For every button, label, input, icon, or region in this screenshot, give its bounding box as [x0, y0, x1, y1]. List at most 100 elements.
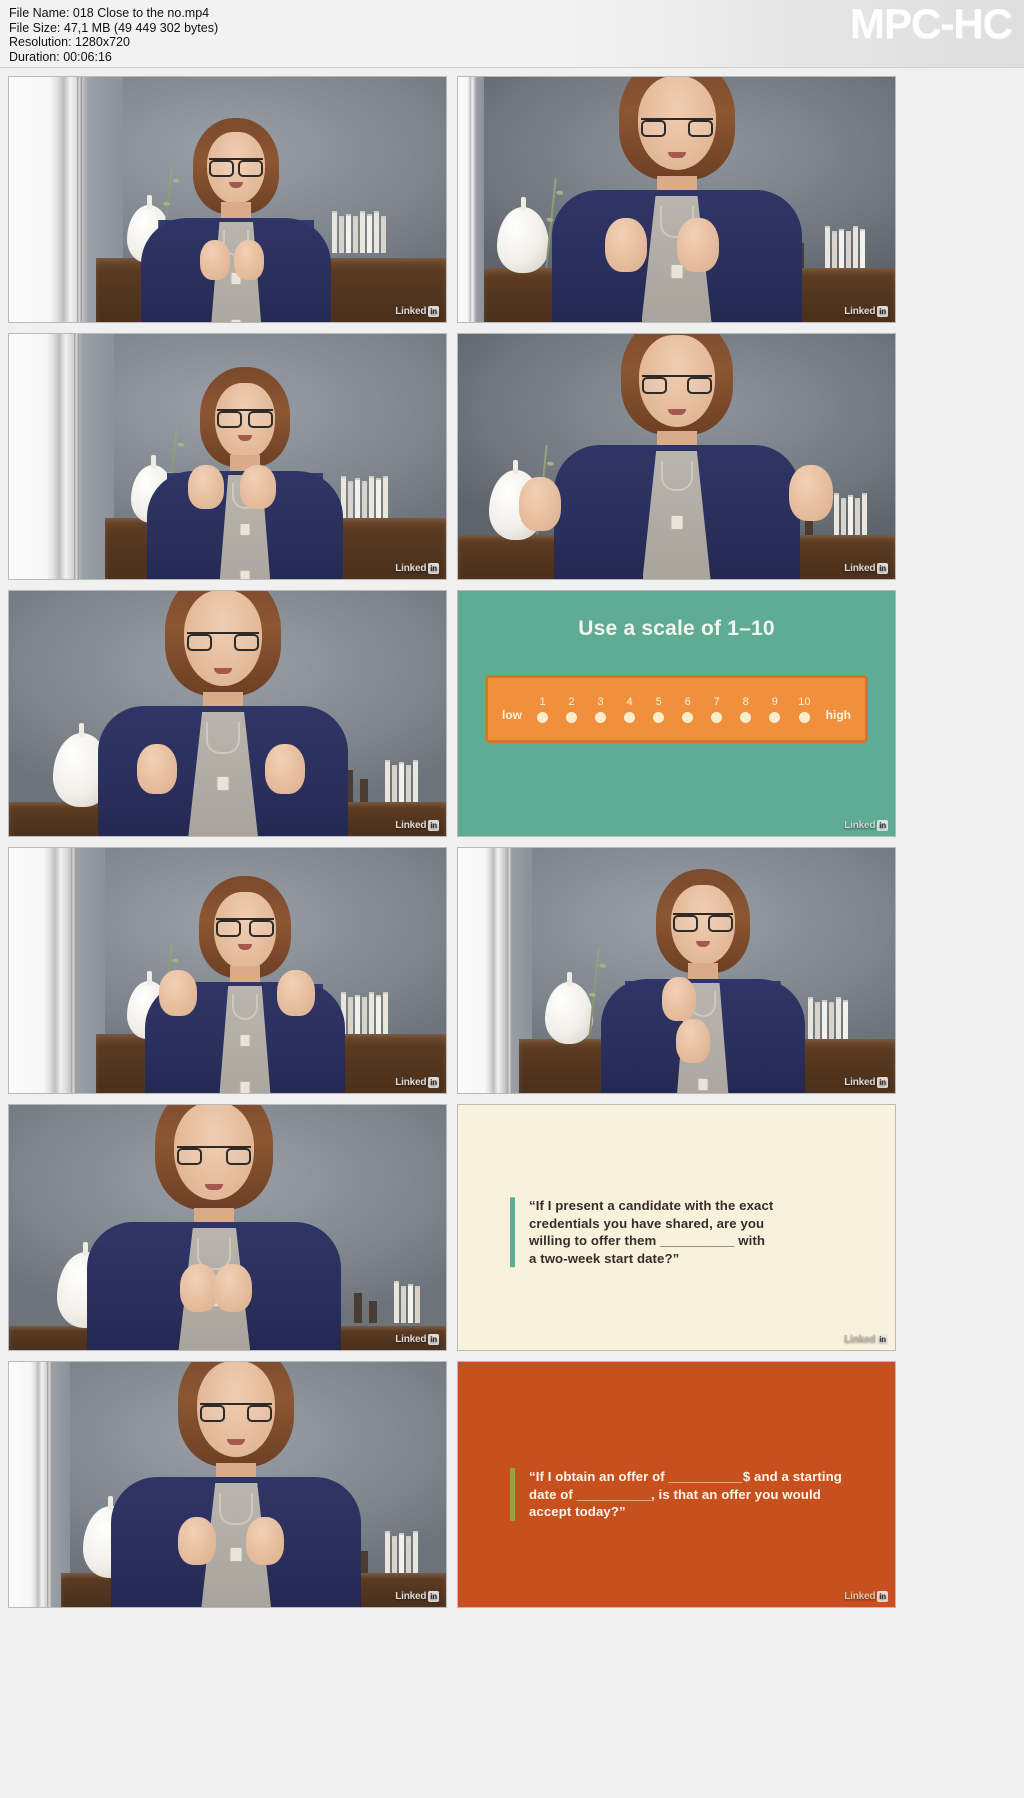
books — [833, 492, 867, 535]
file-metadata: File Name: 018 Close to the no.mp4 File … — [9, 6, 218, 64]
slide-title: Use a scale of 1–10 — [578, 617, 775, 640]
linkedin-watermark: Linked in — [844, 563, 888, 574]
linkedin-watermark: Linked in — [844, 1334, 888, 1345]
mpc-hc-logo: MPC-HC — [850, 0, 1013, 47]
linkedin-in-icon: in — [877, 1077, 888, 1088]
thumbnail-9[interactable]: Linked in — [8, 1104, 447, 1351]
header-bar: File Name: 018 Close to the no.mp4 File … — [0, 0, 1024, 68]
thumbnail-1[interactable]: Linked in — [8, 76, 447, 323]
thumbnail-5[interactable]: Linked in — [8, 590, 447, 837]
scale-tick-dot — [624, 711, 636, 723]
presenter — [126, 118, 346, 322]
scale-tick-number: 3 — [597, 695, 604, 708]
scale-tick-dot — [682, 711, 694, 723]
video-frame: Linked in — [458, 77, 895, 322]
scale-tick-7: 7 — [711, 695, 723, 723]
linkedin-watermark: Linked in — [844, 1591, 888, 1602]
presenter — [86, 1362, 386, 1607]
scale-tick-number: 10 — [798, 695, 811, 708]
presenter — [518, 334, 833, 579]
scale-tick-number: 5 — [655, 695, 662, 708]
linkedin-watermark: Linked in — [844, 820, 888, 831]
linkedin-in-icon: in — [428, 563, 439, 574]
scale-tick-10: 10 — [798, 695, 811, 723]
linkedin-watermark: Linked in — [395, 1334, 439, 1345]
linkedin-watermark: Linked in — [844, 1077, 888, 1088]
scale-tick-number: 8 — [742, 695, 749, 708]
thumbnail-2[interactable]: Linked in — [457, 76, 896, 323]
presenter — [73, 591, 373, 836]
window — [9, 334, 114, 579]
scale-tick-5: 5 — [653, 695, 665, 723]
scale-tick-dot — [740, 711, 752, 723]
meta-file-size: File Size: 47,1 MB (49 449 302 bytes) — [9, 20, 219, 35]
linkedin-in-icon: in — [428, 1334, 439, 1345]
linkedin-in-icon: in — [877, 306, 888, 317]
window — [9, 848, 106, 1093]
scale-tick-dot — [711, 711, 723, 723]
thumbnail-4[interactable]: Linked in — [457, 333, 896, 580]
thumbnail-6-scale-slide[interactable]: Use a scale of 1–10 low 1 2 3 4 5 6 7 8 9 10 high… — [457, 590, 896, 837]
window — [458, 77, 485, 322]
linkedin-watermark: Linked in — [395, 563, 439, 574]
video-frame: Linked in — [9, 334, 446, 579]
linkedin-watermark: Linked in — [395, 1591, 439, 1602]
scale-tick-6: 6 — [682, 695, 694, 723]
scale-tick-dot — [566, 711, 578, 723]
quote-accent-bar — [510, 1197, 515, 1268]
meta-resolution: Resolution: 1280x720 — [9, 35, 130, 50]
presenter — [130, 367, 360, 579]
thumbnail-12-quote-slide[interactable]: “If I obtain an offer of __________$ and… — [457, 1361, 896, 1608]
scale-tick-number: 1 — [539, 695, 546, 708]
scale-tick-number: 2 — [568, 695, 575, 708]
video-frame: Linked in — [9, 77, 446, 322]
linkedin-watermark: Linked in — [395, 306, 439, 317]
linkedin-in-icon: in — [877, 563, 888, 574]
presenter — [578, 869, 828, 1093]
thumbnail-3[interactable]: Linked in — [8, 333, 447, 580]
linkedin-watermark: Linked in — [395, 1077, 439, 1088]
thumbnail-grid: Linked in Linked in Linked in Linked in … — [8, 76, 896, 1608]
video-frame: Linked in — [9, 848, 446, 1093]
linkedin-in-icon: in — [428, 1077, 439, 1088]
linkedin-in-icon: in — [428, 1591, 439, 1602]
linkedin-in-icon: in — [877, 1334, 888, 1345]
linkedin-in-icon: in — [877, 1591, 888, 1602]
window-frame — [74, 334, 80, 579]
slide-quote-credentials: “If I present a candidate with the exact… — [458, 1105, 895, 1350]
window-frame — [77, 77, 83, 322]
scale-tick-3: 3 — [595, 695, 607, 723]
scale-tick-dot — [595, 711, 607, 723]
scale-tick-number: 4 — [626, 695, 633, 708]
books — [393, 1281, 420, 1324]
video-frame: Linked in — [9, 1362, 446, 1607]
scale-high-label: high — [825, 708, 851, 722]
linkedin-watermark: Linked in — [844, 306, 888, 317]
window-frame — [46, 1362, 52, 1607]
scale-tick-dot — [769, 711, 781, 723]
scale-tick-number: 7 — [713, 695, 720, 708]
books — [825, 226, 866, 269]
thumbnail-11[interactable]: Linked in — [8, 1361, 447, 1608]
scale-tick-number: 9 — [771, 695, 778, 708]
linkedin-in-icon: in — [877, 820, 888, 831]
meta-duration: Duration: 00:06:16 — [9, 49, 112, 64]
presenter — [64, 1105, 364, 1350]
thumbnail-7[interactable]: Linked in — [8, 847, 447, 1094]
presenter — [527, 77, 827, 322]
linkedin-watermark: Linked in — [395, 820, 439, 831]
mpc-hc-thumbnail-sheet: File Name: 018 Close to the no.mp4 File … — [0, 0, 1024, 1798]
video-frame: Linked in — [9, 1105, 446, 1350]
books — [384, 759, 418, 802]
meta-file-name: File Name: 018 Close to the no.mp4 — [9, 6, 210, 20]
scale-tick-1: 1 — [537, 695, 549, 723]
scale-tick-number: 6 — [684, 695, 691, 708]
window-frame — [507, 848, 513, 1093]
thumbnail-8[interactable]: Linked in — [457, 847, 896, 1094]
quote-accent-bar — [510, 1468, 515, 1521]
thumbnail-10-quote-slide[interactable]: “If I present a candidate with the exact… — [457, 1104, 896, 1351]
scale-tick-8: 8 — [740, 695, 752, 723]
scale-ticks: 1 2 3 4 5 6 7 8 9 10 — [522, 696, 826, 723]
books — [384, 1530, 418, 1573]
video-frame: Linked in — [458, 334, 895, 579]
